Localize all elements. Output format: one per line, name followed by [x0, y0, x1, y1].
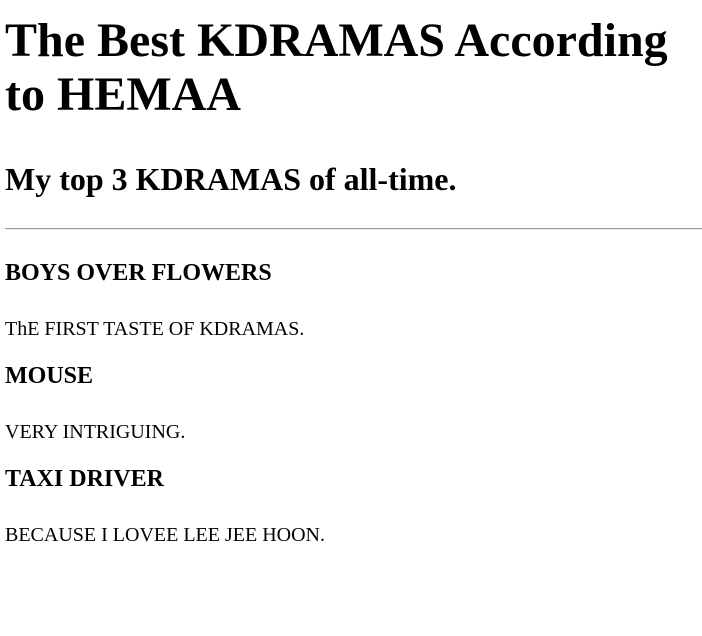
- drama-description: VERY INTRIGUING.: [5, 421, 186, 443]
- drama-description: ThE FIRST TASTE OF KDRAMAS.: [5, 318, 305, 340]
- drama-item: BOYS OVER FLOWERS ThE FIRST TASTE OF KDR…: [5, 259, 697, 341]
- drama-item: TAXI DRIVER BECAUSE I LOVEE LEE JEE HOON…: [5, 465, 697, 547]
- drama-title: MOUSE: [5, 363, 94, 389]
- divider: [5, 228, 702, 230]
- drama-list: BOYS OVER FLOWERS ThE FIRST TASTE OF KDR…: [5, 259, 697, 547]
- drama-title: TAXI DRIVER: [5, 466, 164, 492]
- page-subtitle: My top 3 KDRAMAS of all-time.: [5, 161, 457, 197]
- page-title: The Best KDRAMAS According to HEMAA: [5, 14, 668, 121]
- drama-item: MOUSE VERY INTRIGUING.: [5, 362, 697, 444]
- drama-title: BOYS OVER FLOWERS: [5, 260, 272, 286]
- drama-description: BECAUSE I LOVEE LEE JEE HOON.: [5, 524, 325, 546]
- page-content: The Best KDRAMAS According to HEMAA My t…: [0, 14, 702, 547]
